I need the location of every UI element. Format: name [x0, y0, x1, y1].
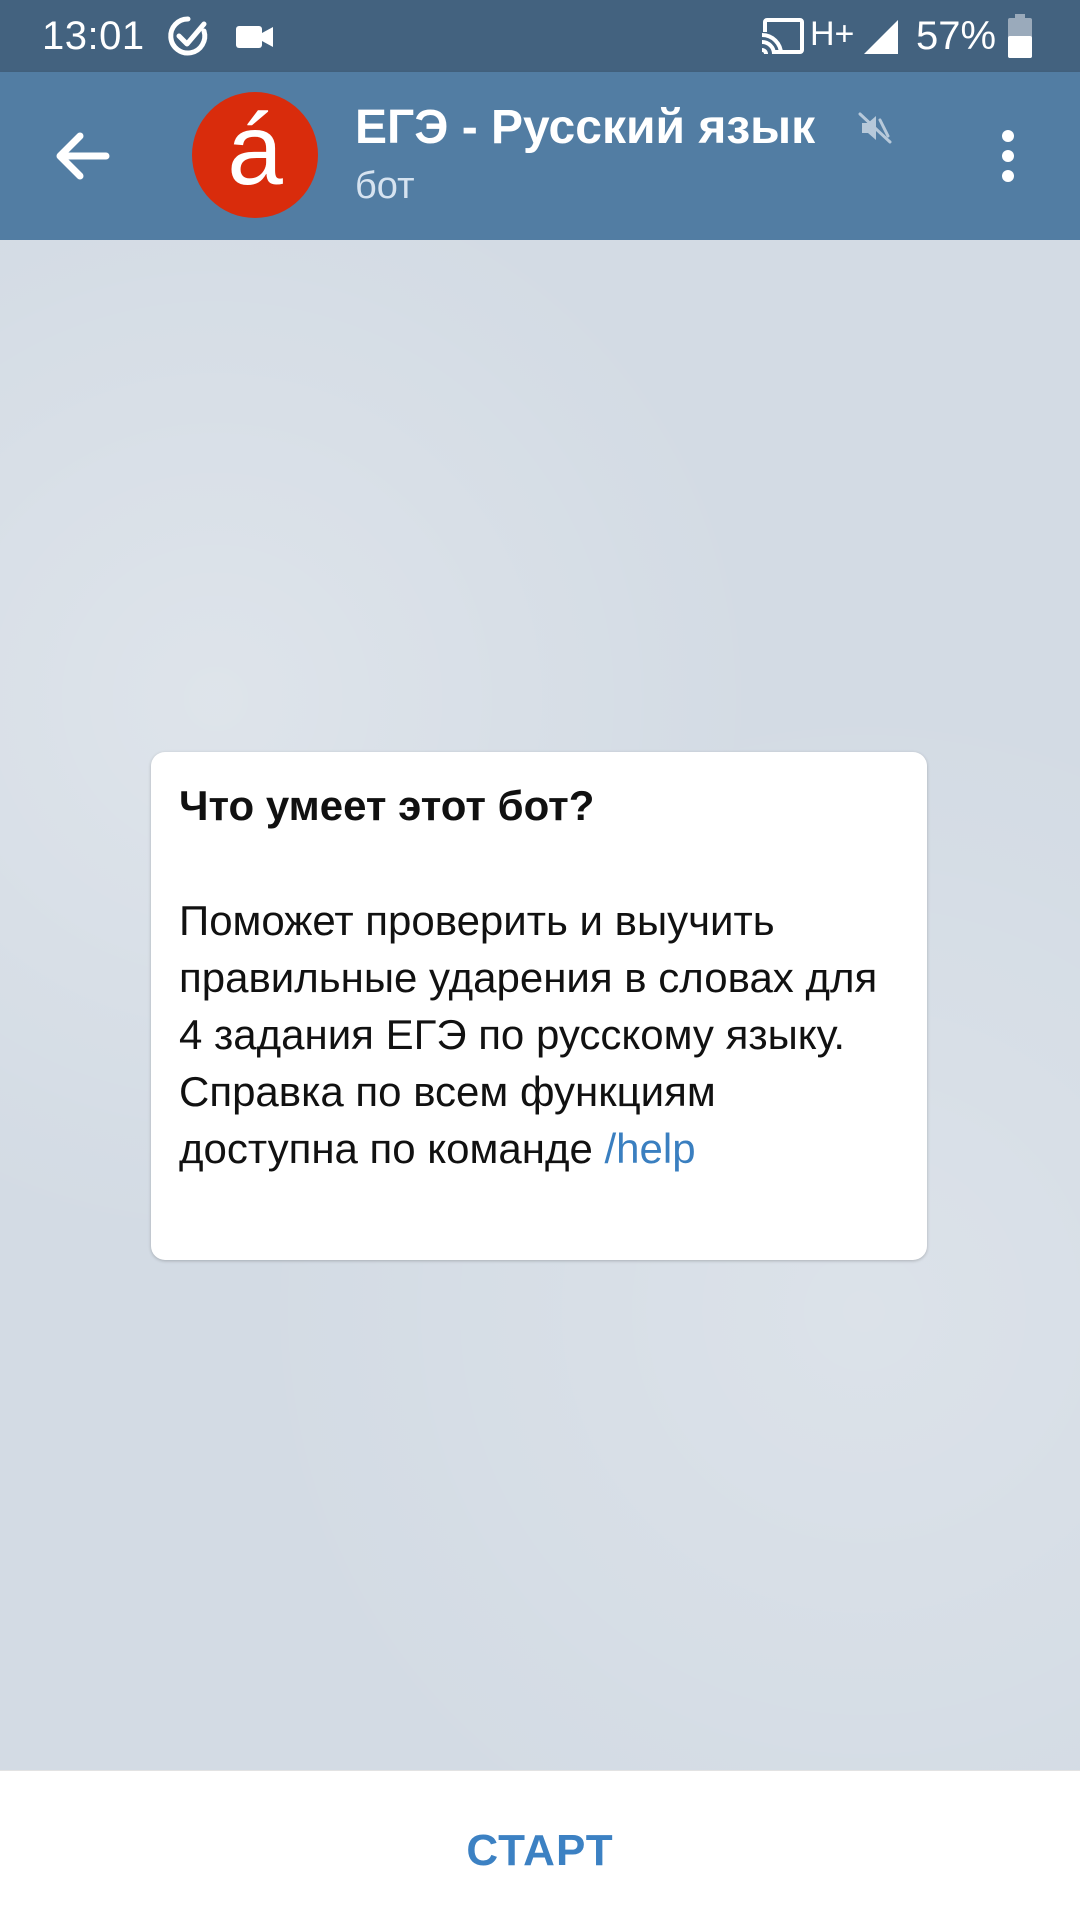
help-command-link[interactable]: /help — [604, 1125, 695, 1172]
check-circle-icon — [168, 16, 208, 56]
chat-header: á ЕГЭ - Русский язык бот — [0, 72, 1080, 240]
status-bar: 13:01 H+ 57% — [0, 0, 1080, 72]
bottom-bar: СТАРТ — [0, 1770, 1080, 1920]
avatar[interactable]: á — [192, 92, 318, 218]
chat-title[interactable]: ЕГЭ - Русский язык — [355, 98, 815, 158]
back-button[interactable] — [40, 120, 130, 192]
arrow-left-icon — [56, 132, 110, 180]
start-button[interactable]: СТАРТ — [0, 1771, 1080, 1920]
battery-icon — [1008, 14, 1032, 58]
status-time: 13:01 — [42, 14, 145, 58]
bot-info-card: Что умеет этот бот? Поможет проверить и … — [151, 752, 927, 1260]
chat-screen: 13:01 H+ 57% á ЕГЭ - Русский язык бот Чт… — [0, 0, 1080, 1920]
cast-icon — [760, 18, 804, 56]
mute-icon — [858, 112, 892, 144]
chat-subtitle: бот — [355, 165, 415, 207]
more-options-button[interactable] — [980, 122, 1040, 192]
bot-info-title: Что умеет этот бот? — [179, 782, 595, 829]
signal-icon — [864, 20, 898, 54]
bot-info-description: Поможет проверить и выучить правильные у… — [179, 892, 899, 1177]
video-camera-icon — [236, 26, 273, 48]
network-type: H+ — [810, 15, 855, 53]
more-vertical-icon — [1002, 130, 1014, 182]
bot-info-text: Поможет проверить и выучить правильные у… — [179, 897, 878, 1172]
battery-percent: 57% — [916, 14, 997, 58]
